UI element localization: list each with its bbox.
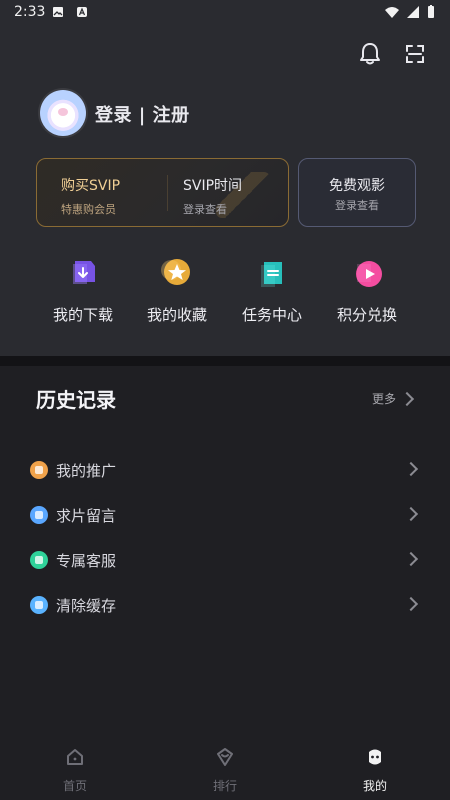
list-item-promotion[interactable]: 我的推广	[30, 452, 420, 488]
promotion-icon	[30, 461, 48, 479]
list-item-label: 求片留言	[56, 506, 117, 525]
tab-home-label: 首页	[62, 779, 87, 793]
chevron-right-icon	[399, 391, 415, 406]
my-favorites-item[interactable]: 我的收藏	[132, 254, 222, 325]
list-item-label: 我的推广	[56, 461, 117, 480]
status-right-icons	[384, 5, 436, 19]
tab-ranking[interactable]: 排行	[185, 746, 265, 794]
star-icon	[161, 259, 190, 285]
list-item-request-message[interactable]: 求片留言	[30, 497, 420, 533]
svip-time-section[interactable]: SVIP时间 登录查看	[183, 175, 242, 217]
avatar[interactable]	[40, 90, 86, 136]
gallery-status-icon	[53, 7, 63, 17]
my-favorites-label: 我的收藏	[146, 306, 207, 324]
tab-profile-label: 我的	[362, 779, 387, 793]
tab-ranking-label: 排行	[212, 779, 237, 793]
list-item-clear-cache[interactable]: 清除缓存	[30, 587, 420, 623]
download-icon	[73, 261, 95, 284]
cloud-icon	[30, 596, 48, 614]
svip-time-title: SVIP时间	[183, 178, 243, 194]
list-item-customer-service[interactable]: 专属客服	[30, 542, 420, 578]
notification-bell-icon[interactable]	[356, 40, 384, 68]
svip-card[interactable]: 购买SVIP 特惠购会员 SVIP时间 登录查看	[36, 158, 289, 227]
buy-svip-section[interactable]: 购买SVIP 特惠购会员	[61, 175, 120, 217]
points-exchange-item[interactable]: 积分兑换	[322, 254, 412, 325]
free-watch-title: 免费观影	[329, 178, 385, 194]
text-status-icon	[77, 7, 87, 17]
play-icon	[356, 261, 382, 287]
history-more-link[interactable]: 更多	[371, 390, 415, 407]
chevron-right-icon	[403, 596, 419, 612]
status-time: 2:33	[14, 4, 46, 20]
wifi-icon	[385, 7, 399, 18]
my-downloads-label: 我的下载	[52, 306, 113, 324]
tab-profile[interactable]: 我的	[335, 746, 415, 794]
battery-icon	[428, 5, 434, 18]
history-title: 历史记录	[36, 388, 116, 412]
quick-actions: 我的下载 我的收藏 任务中心 积分兑换	[0, 254, 450, 324]
task-center-label: 任务中心	[241, 306, 302, 324]
profile-icon	[369, 749, 381, 765]
home-icon	[67, 749, 83, 765]
chevron-right-icon	[403, 506, 419, 522]
profile-header-panel: 2:33 登录 | 注册 购买SVIP 特惠购会员 SVIP时间 登录查看 免费…	[0, 0, 450, 356]
list-item-label: 专属客服	[56, 551, 117, 570]
section-divider	[0, 356, 450, 366]
buy-svip-title: 购买SVIP	[61, 178, 121, 194]
svip-time-subtitle: 登录查看	[183, 203, 227, 216]
chevron-right-icon	[403, 551, 419, 567]
support-icon	[30, 551, 48, 569]
free-watch-subtitle: 登录查看	[335, 199, 379, 212]
scan-icon[interactable]	[401, 40, 429, 68]
task-icon	[261, 262, 282, 287]
status-bar: 2:33	[0, 0, 450, 24]
buy-svip-subtitle: 特惠购会员	[61, 203, 116, 216]
chevron-right-icon	[403, 461, 419, 477]
ranking-icon	[217, 748, 233, 766]
tab-home[interactable]: 首页	[35, 746, 115, 794]
free-watch-card[interactable]: 免费观影 登录查看	[298, 158, 416, 227]
svip-divider	[167, 175, 168, 211]
login-register-link[interactable]: 登录 | 注册	[95, 101, 190, 127]
message-icon	[30, 506, 48, 524]
task-center-item[interactable]: 任务中心	[227, 254, 317, 325]
signal-icon	[407, 6, 419, 18]
my-downloads-item[interactable]: 我的下载	[38, 254, 128, 325]
bottom-tabbar: 首页 排行 我的	[0, 736, 450, 800]
points-exchange-label: 积分兑换	[336, 306, 397, 324]
history-more-label: 更多	[371, 392, 396, 406]
list-item-label: 清除缓存	[56, 596, 117, 615]
